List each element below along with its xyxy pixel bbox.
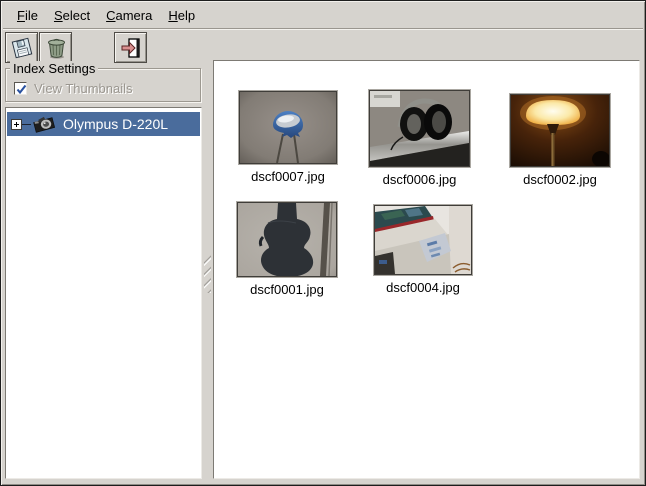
thumbnail-panel: dscf0007.jpg bbox=[213, 60, 640, 479]
frame-title: Index Settings bbox=[10, 61, 98, 76]
tree-item-label: Olympus D-220L bbox=[63, 116, 168, 132]
menu-item-label: File bbox=[17, 8, 38, 23]
trash-icon bbox=[44, 36, 68, 60]
thumbnail-label: dscf0006.jpg bbox=[383, 172, 457, 187]
thumbnail-item: dscf0001.jpg bbox=[236, 201, 338, 297]
menu-item-file[interactable]: File bbox=[9, 5, 46, 26]
expander-plus-icon[interactable] bbox=[11, 119, 22, 130]
thumbnail-item: dscf0002.jpg bbox=[509, 93, 611, 187]
camera-icon bbox=[31, 115, 57, 133]
menubar: File Select Camera Help bbox=[3, 3, 643, 29]
thumbnail-label: dscf0001.jpg bbox=[250, 282, 324, 297]
menu-item-label: Help bbox=[168, 8, 195, 23]
menu-item-label: Select bbox=[54, 8, 90, 23]
toolbar bbox=[3, 30, 643, 64]
thumbnail-label: dscf0004.jpg bbox=[386, 280, 460, 295]
thumbnail-image-dscf0006[interactable] bbox=[368, 89, 471, 168]
menu-item-label: Camera bbox=[106, 8, 152, 23]
save-icon bbox=[10, 36, 34, 60]
thumbnail-item: dscf0004.jpg bbox=[373, 204, 473, 295]
exit-button[interactable] bbox=[114, 32, 147, 63]
thumbnail-image-dscf0007[interactable] bbox=[238, 90, 338, 165]
gtkam-window: File Select Camera Help bbox=[0, 0, 646, 486]
thumbnail-image-dscf0002[interactable] bbox=[509, 93, 611, 168]
exit-icon bbox=[119, 36, 143, 60]
pane-splitter[interactable] bbox=[203, 60, 212, 479]
thumbnail-label: dscf0002.jpg bbox=[523, 172, 597, 187]
tree-branch-line bbox=[22, 124, 31, 125]
menu-item-help[interactable]: Help bbox=[160, 5, 203, 26]
thumbnail-image-dscf0001[interactable] bbox=[236, 201, 338, 278]
menu-item-select[interactable]: Select bbox=[46, 5, 98, 26]
delete-button[interactable] bbox=[39, 32, 72, 63]
checkmark-icon bbox=[15, 83, 28, 96]
view-thumbnails-row: View Thumbnails bbox=[14, 81, 133, 96]
save-button[interactable] bbox=[5, 32, 38, 63]
splitter-grip-icon[interactable] bbox=[204, 255, 211, 293]
menu-item-camera[interactable]: Camera bbox=[98, 5, 160, 26]
thumbnail-image-dscf0004[interactable] bbox=[373, 204, 473, 276]
checkbox-label: View Thumbnails bbox=[34, 81, 133, 96]
tree-row-camera[interactable]: Olympus D-220L bbox=[7, 112, 200, 136]
camera-tree[interactable]: Olympus D-220L bbox=[5, 107, 202, 479]
index-settings-frame: Index Settings View Thumbnails bbox=[5, 68, 201, 102]
thumbnail-item: dscf0006.jpg bbox=[368, 89, 471, 187]
thumbnail-label: dscf0007.jpg bbox=[251, 169, 325, 184]
view-thumbnails-checkbox[interactable] bbox=[14, 82, 27, 95]
thumbnail-item: dscf0007.jpg bbox=[238, 90, 338, 184]
